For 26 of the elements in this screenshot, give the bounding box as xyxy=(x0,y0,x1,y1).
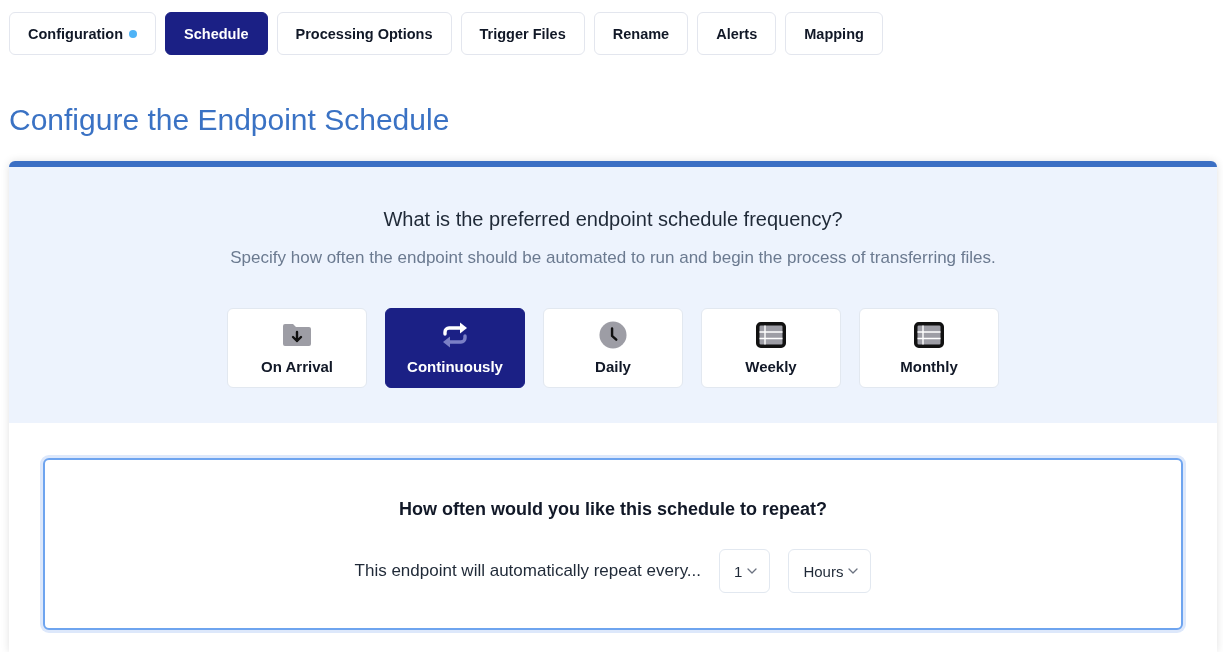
interval-select[interactable]: 1 xyxy=(719,549,771,593)
nav-tab[interactable]: Configuration xyxy=(9,12,157,55)
nav-tab[interactable]: Mapping xyxy=(785,12,883,55)
nav-tab[interactable]: Alerts xyxy=(697,12,777,55)
unit-select[interactable]: Hours xyxy=(788,549,872,593)
repeat-question: How often would you like this schedule to repeat? xyxy=(397,498,828,520)
frequency-option[interactable]: Weekly xyxy=(701,308,841,388)
frequency-question: What is the preferred endpoint schedule frequency? xyxy=(382,207,844,231)
nav-tab[interactable]: Schedule xyxy=(165,12,268,55)
frequency-option[interactable]: On Arrival xyxy=(227,308,367,388)
frequency-description: Specify how often the endpoint should be automated to run and begin the process of transferring files. xyxy=(229,247,997,269)
frequency-option[interactable]: Monthly xyxy=(859,308,999,388)
clock-icon xyxy=(598,321,628,349)
caret-icon xyxy=(747,568,758,574)
page-title: Configure the Endpoint Schedule xyxy=(9,102,451,138)
table-icon xyxy=(914,321,944,349)
repeat-sentence: This endpoint will automatically repeat every... xyxy=(354,561,702,581)
frequency-option[interactable]: Continuously xyxy=(385,308,525,388)
table-icon xyxy=(756,321,786,349)
nav-tab[interactable]: Rename xyxy=(593,12,689,55)
nav-tab[interactable]: Processing Options xyxy=(276,12,452,55)
folder-arrow-icon xyxy=(282,321,312,349)
repeat-icon xyxy=(440,321,470,349)
caret-icon xyxy=(848,568,859,574)
nav-tab[interactable]: Trigger Files xyxy=(460,12,585,55)
frequency-option[interactable]: Daily xyxy=(543,308,683,388)
